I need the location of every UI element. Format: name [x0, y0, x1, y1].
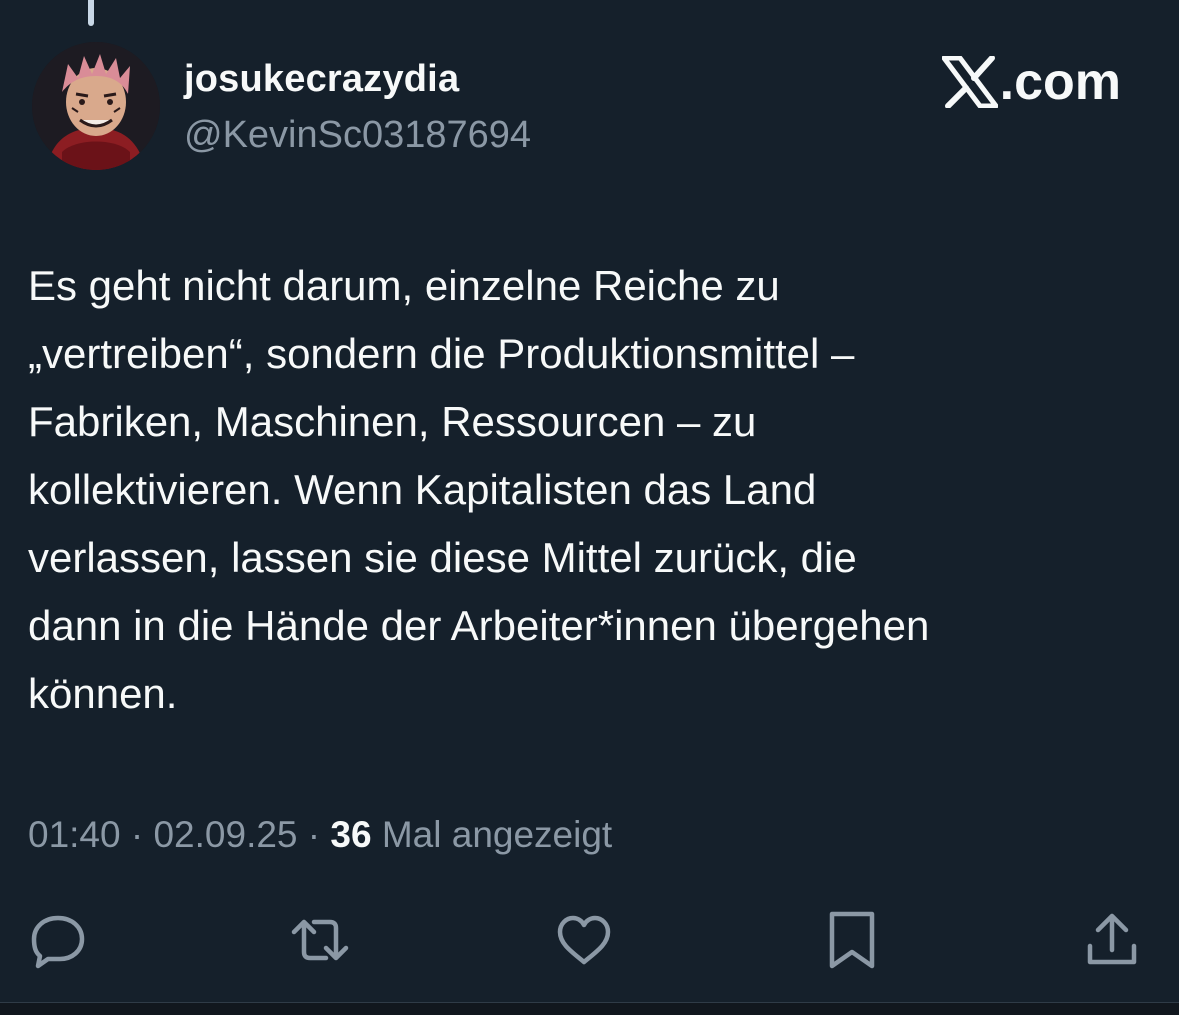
tweet-meta: 01:40 · 02.09.25 · 36 Mal angezeigt — [28, 814, 612, 856]
repost-button[interactable] — [288, 908, 352, 972]
avatar[interactable] — [32, 42, 160, 170]
tweet-time[interactable]: 01:40 — [28, 814, 121, 855]
like-button[interactable] — [552, 908, 616, 972]
site-watermark: .com — [941, 53, 1121, 111]
tweet-action-bar — [0, 908, 1179, 978]
share-icon — [1087, 913, 1137, 965]
meta-separator: · — [120, 814, 154, 855]
reply-button[interactable] — [26, 908, 90, 972]
avatar-image — [32, 42, 160, 170]
meta-separator: · — [297, 814, 331, 855]
bookmark-button[interactable] — [820, 908, 884, 972]
bottom-divider — [0, 1002, 1179, 1015]
reply-icon — [31, 915, 85, 969]
views-count: 36 — [330, 814, 372, 855]
tweet-date[interactable]: 02.09.25 — [153, 814, 297, 855]
repost-icon — [291, 919, 349, 961]
x-logo-icon — [941, 56, 998, 108]
heart-icon — [557, 915, 611, 965]
tweet-text: Es geht nicht darum, einzelne Reiche zu … — [28, 262, 930, 717]
bookmark-icon — [829, 911, 875, 969]
share-button[interactable] — [1080, 908, 1144, 972]
author-display-name[interactable]: josukecrazydia — [184, 58, 459, 101]
thread-connector-line — [88, 0, 94, 26]
views-label: Mal angezeigt — [371, 814, 613, 855]
site-domain-label: .com — [999, 53, 1121, 111]
author-handle[interactable]: @KevinSc03187694 — [184, 114, 531, 157]
